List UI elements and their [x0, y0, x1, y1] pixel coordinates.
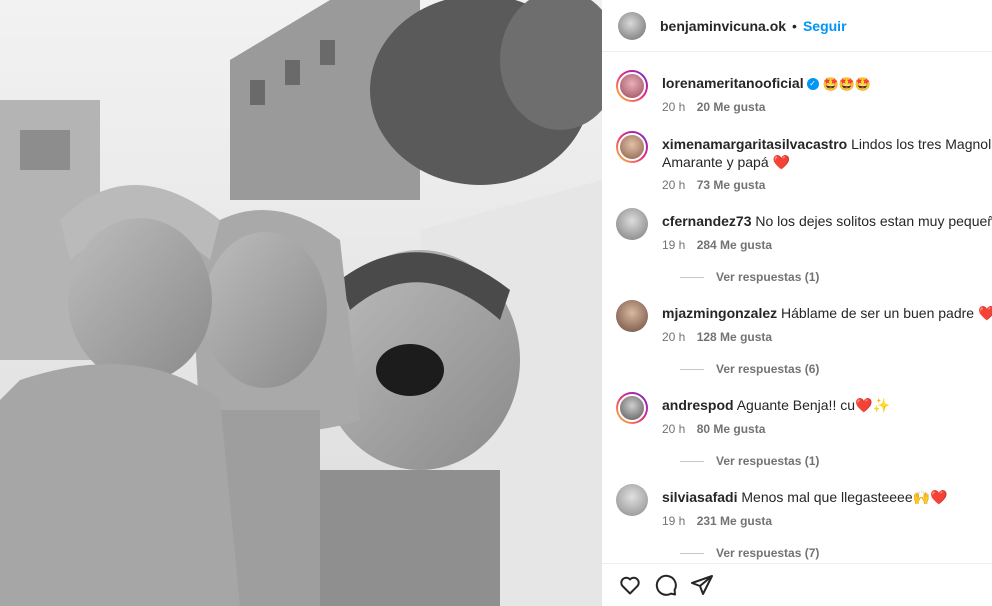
comment-time: 19 h: [662, 238, 686, 252]
comment-time: 20 h: [662, 100, 686, 114]
view-replies-button[interactable]: Ver respuestas (7): [680, 546, 819, 560]
comment-likes[interactable]: 80 Me gusta: [697, 422, 766, 436]
comment-time: 20 h: [662, 330, 686, 344]
comment-body: andrespod Aguante Benja!! cu❤️✨: [662, 396, 992, 414]
commenter-avatar[interactable]: [616, 131, 648, 163]
view-replies-label: Ver respuestas (1): [716, 454, 820, 468]
commenter-avatar[interactable]: [616, 70, 648, 102]
comment-body: lorenameritanooficial ✓ 🤩🤩🤩: [662, 74, 992, 93]
comments-list[interactable]: lorenameritanooficial ✓ 🤩🤩🤩 20 h 20 Me gu…: [602, 53, 992, 564]
commenter-username[interactable]: silviasafadi: [662, 489, 738, 505]
commenter-avatar[interactable]: [616, 208, 648, 240]
comment-likes[interactable]: 73 Me gusta: [697, 178, 766, 192]
commenter-username[interactable]: ximenamargaritasilvacastro: [662, 136, 847, 152]
commenter-username[interactable]: andrespod: [662, 397, 734, 413]
post-sidebar: benjaminvicuna.ok • Seguir lorenameritan…: [602, 0, 992, 606]
comment-meta: 20 h 73 Me gusta: [662, 178, 765, 192]
comment-time: 19 h: [662, 514, 686, 528]
comment-likes[interactable]: 128 Me gusta: [697, 330, 772, 344]
view-replies-label: Ver respuestas (6): [716, 362, 820, 376]
comment-meta: 19 h 231 Me gusta: [662, 514, 772, 528]
view-replies-label: Ver respuestas (7): [716, 546, 820, 560]
author-avatar[interactable]: [618, 11, 646, 40]
comment-likes[interactable]: 20 Me gusta: [697, 100, 766, 114]
comment-body: silviasafadi Menos mal que llegasteeee🙌❤…: [662, 488, 992, 506]
replies-line: [680, 552, 704, 554]
commenter-username[interactable]: mjazmingonzalez: [662, 305, 777, 321]
commenter-avatar[interactable]: [616, 484, 648, 516]
comment-button[interactable]: [652, 571, 680, 599]
comment-text: Menos mal que llegasteeee🙌❤️: [741, 489, 948, 505]
comment-likes[interactable]: 231 Me gusta: [697, 514, 772, 528]
commenter-username[interactable]: lorenameritanooficial: [662, 75, 804, 91]
comment-meta: 20 h 80 Me gusta: [662, 422, 765, 436]
replies-line: [680, 460, 704, 462]
comment-icon: [655, 574, 677, 596]
share-icon: [691, 575, 713, 595]
photo-illustration: [0, 0, 602, 606]
comment-time: 20 h: [662, 422, 686, 436]
comment-body: mjazmingonzalez Háblame de ser un buen p…: [662, 304, 992, 322]
comment-body: ximenamargaritasilvacastro Lindos los tr…: [662, 135, 992, 171]
author-username[interactable]: benjaminvicuna.ok: [660, 18, 786, 34]
view-replies-label: Ver respuestas (1): [716, 270, 820, 284]
separator-dot: •: [792, 17, 797, 34]
view-replies-button[interactable]: Ver respuestas (1): [680, 454, 819, 468]
comment-text: Aguante Benja!! cu❤️✨: [736, 397, 890, 413]
like-button[interactable]: [616, 571, 644, 599]
comment-meta: 19 h 284 Me gusta: [662, 238, 772, 252]
follow-button[interactable]: Seguir: [803, 18, 847, 34]
comment-meta: 20 h 20 Me gusta: [662, 100, 765, 114]
replies-line: [680, 368, 704, 370]
view-replies-button[interactable]: Ver respuestas (1): [680, 270, 819, 284]
comment-likes[interactable]: 284 Me gusta: [697, 238, 772, 252]
replies-line: [680, 276, 704, 278]
commenter-avatar[interactable]: [616, 392, 648, 424]
comment-text: 🤩🤩🤩: [822, 76, 872, 92]
view-replies-button[interactable]: Ver respuestas (6): [680, 362, 819, 376]
comment-body: cfernandez73 No los dejes solitos estan …: [662, 212, 992, 230]
commenter-avatar[interactable]: [616, 300, 648, 332]
post-actions-bar: [602, 563, 992, 606]
verified-badge-icon: ✓: [806, 78, 819, 91]
comment-text: No los dejes solitos estan muy pequeños …: [755, 213, 992, 229]
share-button[interactable]: [688, 571, 716, 599]
commenter-username[interactable]: cfernandez73: [662, 213, 751, 229]
comment-text: Háblame de ser un buen padre ❤️🤩: [781, 305, 992, 321]
comment-meta: 20 h 128 Me gusta: [662, 330, 772, 344]
comment-time: 20 h: [662, 178, 686, 192]
post-photo[interactable]: [0, 0, 602, 606]
heart-icon: [620, 576, 640, 595]
post-header: benjaminvicuna.ok • Seguir: [602, 0, 992, 52]
